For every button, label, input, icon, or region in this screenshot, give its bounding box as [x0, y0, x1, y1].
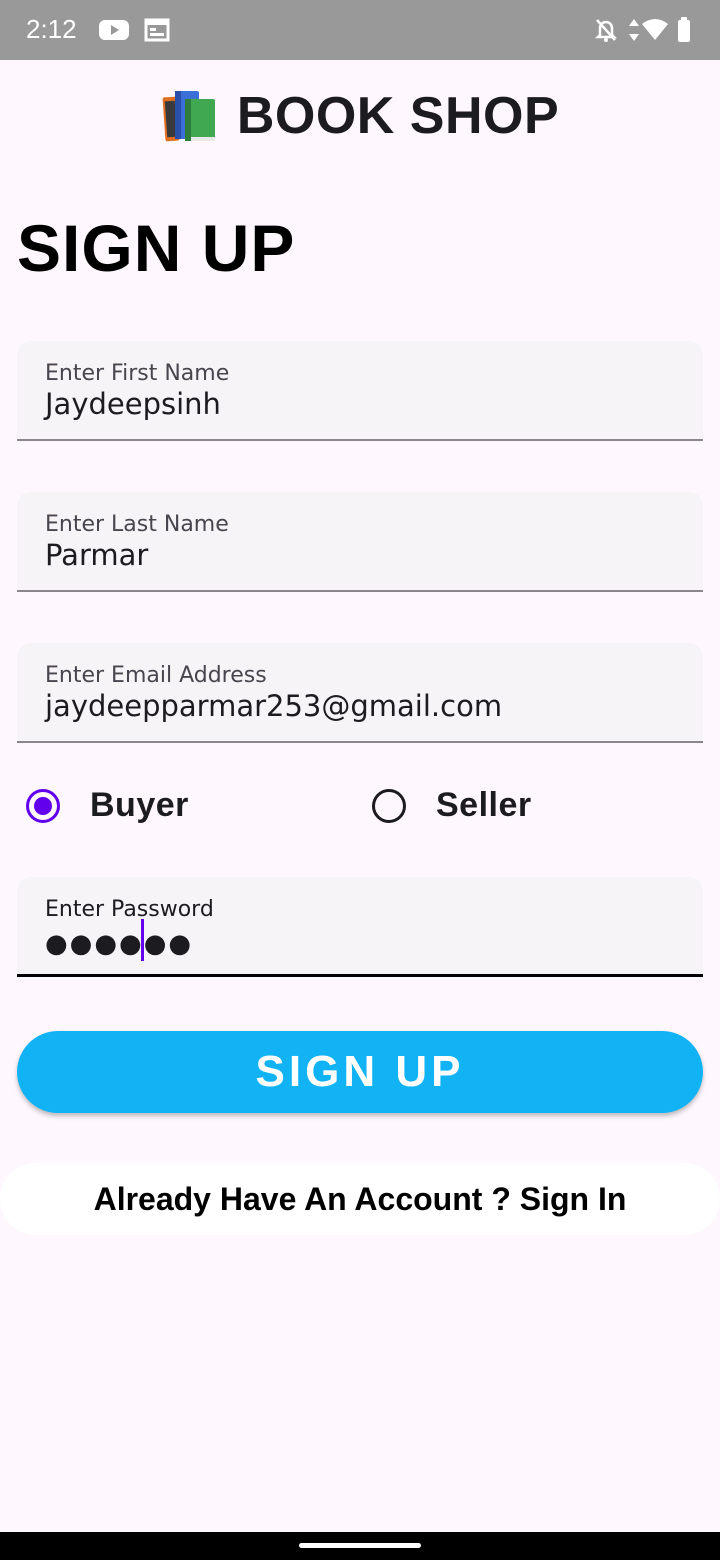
- role-radio-group: Buyer Seller: [0, 786, 720, 838]
- navigation-bar: [0, 1532, 720, 1560]
- first-name-value[interactable]: Jaydeepsinh: [45, 387, 221, 421]
- last-name-value[interactable]: Parmar: [45, 538, 148, 572]
- last-name-label: Enter Last Name: [45, 512, 229, 537]
- signin-link[interactable]: Already Have An Account ? Sign In: [0, 1163, 720, 1235]
- email-value[interactable]: jaydeepparmar253@gmail.com: [45, 689, 502, 723]
- app-header: BOOK SHOP: [0, 60, 720, 172]
- wifi-icon: [642, 19, 668, 40]
- books-icon: [162, 91, 215, 142]
- text-cursor: [141, 919, 144, 961]
- first-name-label: Enter First Name: [45, 361, 230, 386]
- bell-off-icon: [594, 19, 618, 42]
- youtube-icon: [99, 20, 129, 40]
- email-field[interactable]: Enter Email Address jaydeepparmar253@gma…: [17, 643, 703, 743]
- calendar-icon: [144, 18, 170, 42]
- password-label: Enter Password: [45, 897, 214, 922]
- battery-icon: [678, 17, 690, 42]
- home-indicator[interactable]: [299, 1543, 421, 1548]
- data-arrows-icon: [629, 19, 639, 41]
- status-bar: 2:12: [0, 0, 720, 60]
- page-title: SIGN UP: [17, 211, 296, 285]
- radio-buyer-circle[interactable]: [26, 788, 60, 823]
- radio-selected-dot: [34, 796, 52, 815]
- radio-seller[interactable]: Seller: [372, 786, 532, 825]
- status-time: 2:12: [26, 14, 77, 44]
- app-title: BOOK SHOP: [236, 87, 560, 145]
- last-name-field[interactable]: Enter Last Name Parmar: [17, 492, 703, 592]
- password-field[interactable]: Enter Password ●●●●●●: [17, 877, 703, 977]
- radio-buyer[interactable]: Buyer: [26, 786, 189, 825]
- first-name-field[interactable]: Enter First Name Jaydeepsinh: [17, 341, 703, 441]
- password-value[interactable]: ●●●●●●: [45, 929, 193, 959]
- email-label: Enter Email Address: [45, 663, 267, 688]
- radio-seller-circle[interactable]: [372, 788, 406, 823]
- signup-button[interactable]: SIGN UP: [17, 1031, 703, 1113]
- radio-seller-label[interactable]: Seller: [436, 786, 532, 825]
- radio-buyer-label[interactable]: Buyer: [90, 786, 189, 825]
